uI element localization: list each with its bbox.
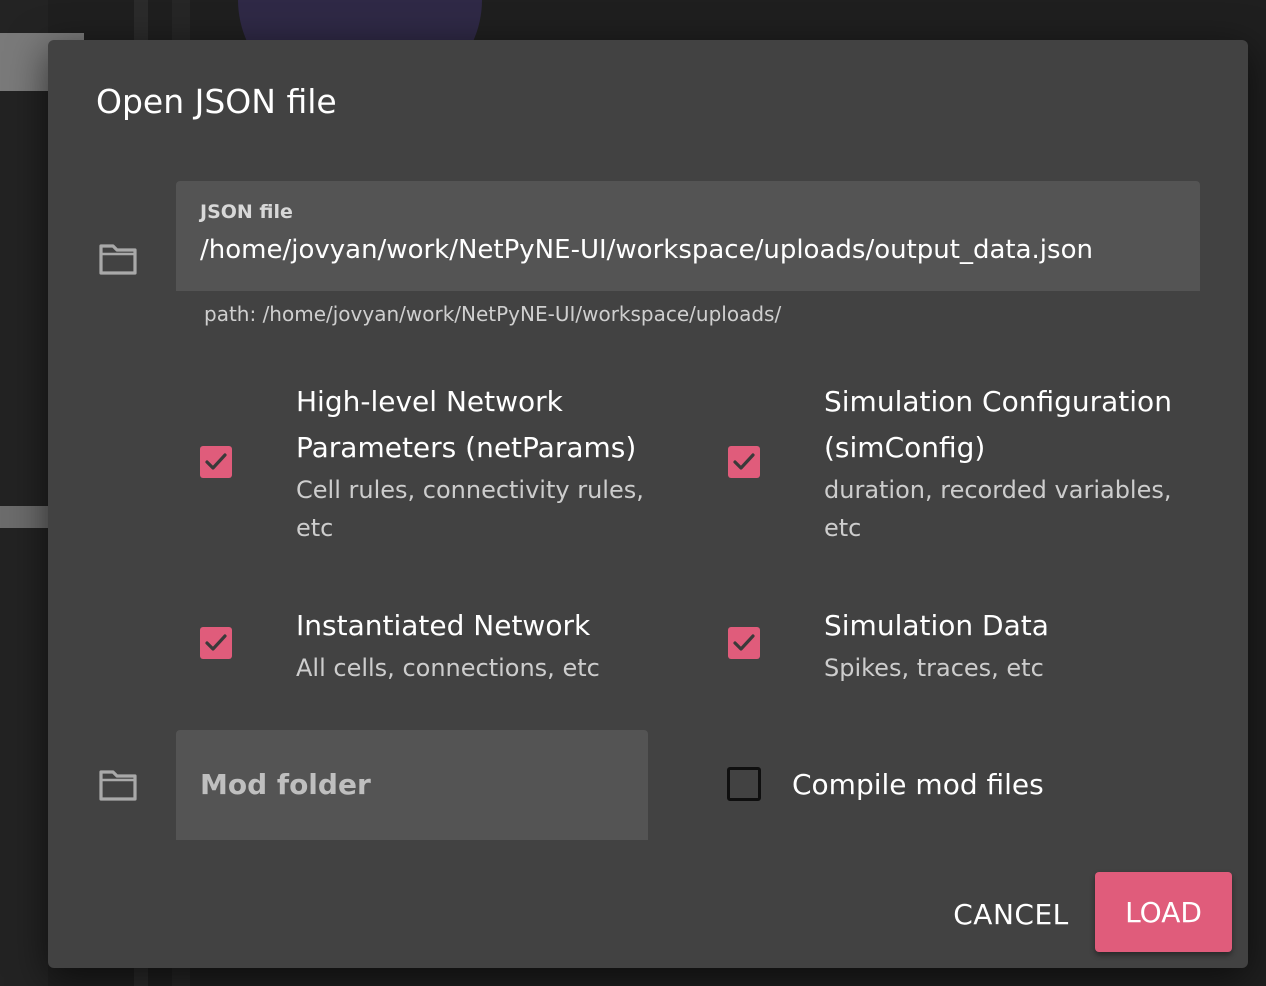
netparams-title-line2: Parameters (netParams) [296,431,637,464]
check-icon [205,453,227,470]
json-file-field[interactable]: JSON file /home/jovyan/work/NetPyNE-UI/w… [176,181,1200,291]
instantiated-network-title: Instantiated Network [296,609,591,642]
netparams-desc-line2: etc [296,514,334,542]
mod-folder-field[interactable]: Mod folder [176,730,648,840]
netparams-title-line1: High-level Network [296,385,563,418]
simconfig-title-line2: (simConfig) [824,431,986,464]
json-file-label: JSON file [200,201,293,223]
instantiated-network-description: All cells, connections, etc [296,654,600,682]
compile-mod-files-label: Compile mod files [792,768,1044,801]
instantiated-network-checkbox[interactable] [200,627,232,659]
check-icon [205,634,227,651]
netparams-checkbox[interactable] [200,446,232,478]
simconfig-title: Simulation Configuration (simConfig) [824,379,1172,471]
app-sidebar-background [0,0,48,986]
mod-folder-icon[interactable] [98,768,138,802]
simulation-data-description: Spikes, traces, etc [824,654,1044,682]
simconfig-title-line1: Simulation Configuration [824,385,1172,418]
simulation-data-checkbox[interactable] [728,627,760,659]
simconfig-checkbox[interactable] [728,446,760,478]
mod-folder-label: Mod folder [200,768,371,801]
simulation-data-title: Simulation Data [824,609,1049,642]
netparams-title: High-level Network Parameters (netParams… [296,379,636,471]
netparams-desc-line1: Cell rules, connectivity rules, [296,476,644,504]
json-file-input[interactable]: /home/jovyan/work/NetPyNE-UI/workspace/u… [200,235,1093,265]
netparams-description: Cell rules, connectivity rules, etc [296,471,644,547]
json-file-path-helper: path: /home/jovyan/work/NetPyNE-UI/works… [204,302,782,326]
dialog-title: Open JSON file [96,82,337,121]
compile-mod-files-checkbox[interactable] [727,767,761,801]
simconfig-desc-line2: etc [824,514,862,542]
json-file-folder-icon[interactable] [98,242,138,276]
load-button[interactable]: LOAD [1095,872,1232,952]
check-icon [733,634,755,651]
simconfig-description: duration, recorded variables, etc [824,471,1172,547]
simconfig-desc-line1: duration, recorded variables, [824,476,1172,504]
open-json-dialog: Open JSON file JSON file /home/jovyan/wo… [48,40,1248,968]
cancel-button[interactable]: CANCEL [938,886,1084,942]
app-background-bar [0,506,50,528]
check-icon [733,453,755,470]
